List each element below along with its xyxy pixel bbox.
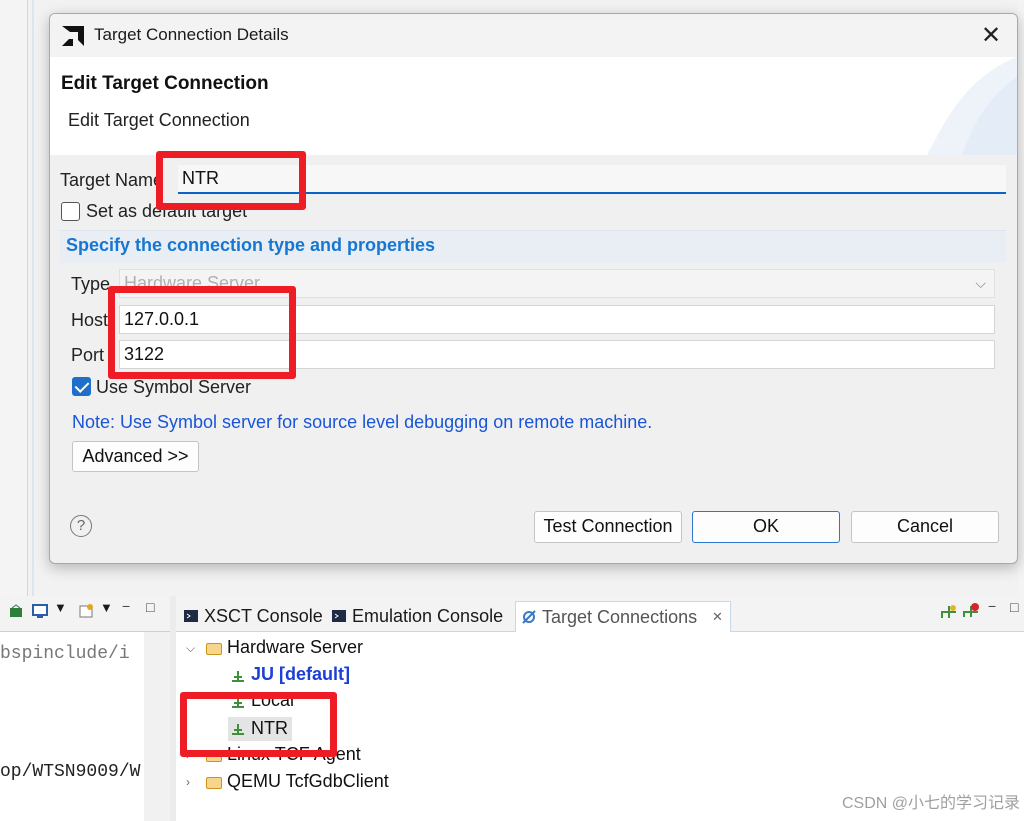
highlight-box-host-port [108,286,296,379]
connection-section-header: Specify the connection type and properti… [60,230,1006,263]
workbench-left-edge [0,0,28,596]
dialog-titlebar[interactable]: Target Connection Details ✕ [50,14,1017,57]
tab-close-icon[interactable]: ✕ [712,602,723,632]
outline-icon[interactable] [8,604,24,620]
highlight-box-target-name [156,151,306,210]
console-icon [184,610,198,622]
tree-item-qemu-tcfgdbclient[interactable]: › QEMU TcfGdbClient [186,771,426,795]
amd-logo-icon [62,26,84,46]
cancel-button[interactable]: Cancel [851,511,999,543]
advanced-button[interactable]: Advanced >> [72,441,199,472]
banner-title: Edit Target Connection [61,73,269,94]
editor-line-1: bspinclude/i [0,644,130,664]
view-menu-icon[interactable]: ▼ [54,600,67,615]
help-icon[interactable]: ? [70,515,92,537]
banner-decoration [927,57,1017,155]
test-connection-button[interactable]: Test Connection [534,511,682,543]
watermark: CSDN @小七的学习记录 [841,795,1020,812]
target-name-label: Target Name [60,170,164,190]
new-connection-icon[interactable] [940,604,958,620]
default-target-checkbox[interactable] [61,202,80,221]
delete-connection-icon[interactable] [962,602,980,620]
left-panel-toolbar: ▼ ▼ − □ [0,596,170,632]
type-label: Type [71,274,111,294]
tab-label: XSCT Console [204,606,323,626]
left-editor[interactable]: bspinclude/i op/WTSN9009/W [0,632,144,821]
tree-item-label: QEMU TcfGdbClient [227,771,389,791]
expand-chevron-icon[interactable]: › [186,775,190,789]
close-button[interactable]: ✕ [977,22,1005,50]
symbol-server-label: Use Symbol Server [96,377,252,397]
host-label: Host [71,310,109,330]
highlight-box-ntr [180,692,337,757]
section-title: Specify the connection type and properti… [66,235,436,255]
new-view-icon[interactable] [78,603,94,619]
monitor-icon[interactable] [32,603,48,619]
dropdown-icon[interactable]: ▼ [100,600,113,615]
tab-target-connections[interactable]: Target Connections ✕ [515,601,731,632]
dialog-title: Target Connection Details [94,25,289,44]
chevron-down-icon: ⌵ [975,275,986,291]
banner-subtitle: Edit Target Connection [68,110,250,130]
tab-emulation-console[interactable]: Emulation Console [326,601,512,632]
workbench-right-edge [1018,0,1024,596]
maximize-icon[interactable]: □ [146,599,154,615]
expand-chevron-icon[interactable]: ⌵ [186,641,195,656]
left-scrollbar[interactable] [144,632,170,821]
symbol-server-checkbox[interactable] [72,377,91,396]
editor-line-4: op/WTSN9009/W [0,762,141,782]
folder-icon [206,643,222,655]
tab-label: Target Connections [542,607,698,627]
target-connections-icon [522,610,536,624]
folder-icon [206,777,222,789]
dialog-banner: Edit Target Connection Edit Target Conne… [50,57,1017,155]
tab-bar: XSCT Console Emulation Console Target Co… [176,596,1024,632]
minimize-icon[interactable]: − [122,598,130,614]
tree-item-ju-default[interactable]: JU [default] [230,664,370,688]
target-icon [232,671,244,682]
tree-item-label: JU [default] [251,664,350,684]
symbol-server-note: Note: Use Symbol server for source level… [72,412,653,432]
tree-item-label: Hardware Server [227,637,364,657]
ok-button[interactable]: OK [692,511,840,543]
workbench-edge-line [32,0,34,596]
minimize-icon[interactable]: − [988,598,996,614]
tab-label: Emulation Console [352,606,504,626]
tree-item-hardware-server[interactable]: ⌵ Hardware Server [186,637,406,661]
tab-xsct-console[interactable]: XSCT Console [178,601,324,632]
console-icon [332,610,346,622]
port-label: Port [71,345,105,365]
maximize-icon[interactable]: □ [1010,599,1018,615]
